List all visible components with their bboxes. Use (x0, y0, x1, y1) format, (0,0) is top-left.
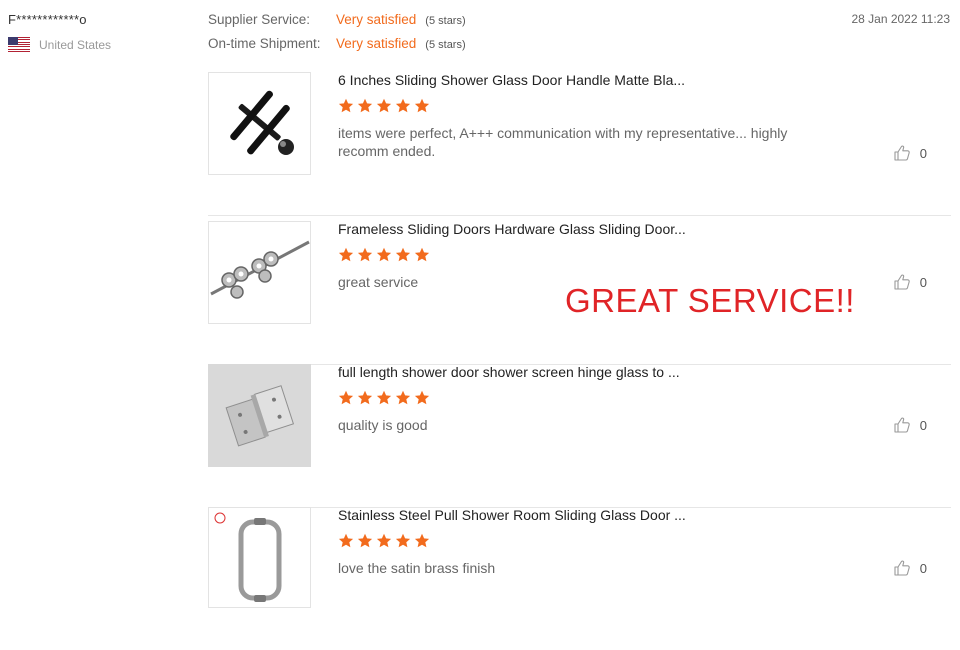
rating-label: On-time Shipment: (208, 36, 321, 51)
product-star-rating (338, 533, 430, 549)
like-count: 0 (919, 274, 927, 290)
star-icon (414, 390, 430, 405)
like-count: 0 (919, 417, 927, 433)
product-star-rating (338, 390, 430, 406)
product-thumbnail-hinge[interactable] (208, 364, 311, 467)
like-count: 0 (919, 145, 927, 161)
review-item: 6 Inches Sliding Shower Glass Door Handl… (208, 72, 951, 216)
product-title-link[interactable]: full length shower door shower screen hi… (338, 364, 680, 380)
star-icon (338, 98, 354, 113)
thumbs-up-icon (894, 274, 910, 290)
star-icon (414, 533, 430, 548)
star-icon (376, 98, 392, 113)
rating-value: Very satisfied (336, 36, 417, 51)
review-item: Stainless Steel Pull Shower Room Sliding… (208, 507, 951, 650)
like-button[interactable]: 0 (893, 559, 927, 577)
star-icon (376, 533, 392, 548)
like-count: 0 (919, 560, 927, 576)
rating-stars-text: (5 stars) (425, 39, 466, 51)
star-icon (414, 98, 430, 113)
like-button[interactable]: 0 (893, 273, 927, 291)
product-title-link[interactable]: Stainless Steel Pull Shower Room Sliding… (338, 507, 686, 523)
star-icon (338, 390, 354, 405)
great-service-overlay: GREAT SERVICE!! (565, 282, 855, 319)
supplier-ratings: Supplier Service: Very satisfied (5 star… (208, 12, 466, 60)
reviewer-country: United States (8, 37, 111, 52)
star-icon (414, 247, 430, 262)
us-flag-icon (8, 37, 30, 52)
star-icon (357, 247, 373, 262)
thumbs-up-icon (894, 145, 910, 161)
reviewer-name: F************o (8, 12, 87, 27)
thumbs-up-icon (894, 417, 910, 433)
star-icon (395, 247, 411, 262)
product-title-link[interactable]: Frameless Sliding Doors Hardware Glass S… (338, 221, 686, 237)
star-icon (395, 533, 411, 548)
rating-row-supplier-service: Supplier Service: Very satisfied (5 star… (208, 12, 466, 36)
star-icon (338, 247, 354, 262)
rating-row-on-time-shipment: On-time Shipment: Very satisfied (5 star… (208, 36, 466, 60)
star-icon (376, 247, 392, 262)
star-icon (395, 390, 411, 405)
rating-label: Supplier Service: (208, 12, 311, 27)
review-text: items were perfect, A+++ communication w… (338, 125, 788, 159)
review-date: 28 Jan 2022 11:23 (851, 12, 950, 26)
like-button[interactable]: 0 (893, 144, 927, 162)
like-button[interactable]: 0 (893, 416, 927, 434)
star-icon (376, 390, 392, 405)
review-text: quality is good (338, 417, 428, 433)
star-icon (357, 533, 373, 548)
product-thumbnail-pull-handle[interactable] (208, 507, 311, 608)
review-item: full length shower door shower screen hi… (208, 364, 951, 508)
rating-value: Very satisfied (336, 12, 417, 27)
star-icon (338, 533, 354, 548)
country-label: United States (39, 37, 112, 52)
star-icon (357, 390, 373, 405)
product-star-rating (338, 247, 430, 263)
review-text: love the satin brass finish (338, 560, 496, 576)
star-icon (357, 98, 373, 113)
product-thumbnail-sliding-hardware[interactable] (208, 221, 311, 324)
star-icon (395, 98, 411, 113)
thumbs-up-icon (894, 560, 910, 576)
product-title-link[interactable]: 6 Inches Sliding Shower Glass Door Handl… (338, 72, 685, 88)
product-thumbnail-handle[interactable] (208, 72, 311, 175)
reviewer-block: F************o United States (8, 12, 111, 52)
product-star-rating (338, 98, 430, 114)
rating-stars-text: (5 stars) (425, 15, 466, 27)
